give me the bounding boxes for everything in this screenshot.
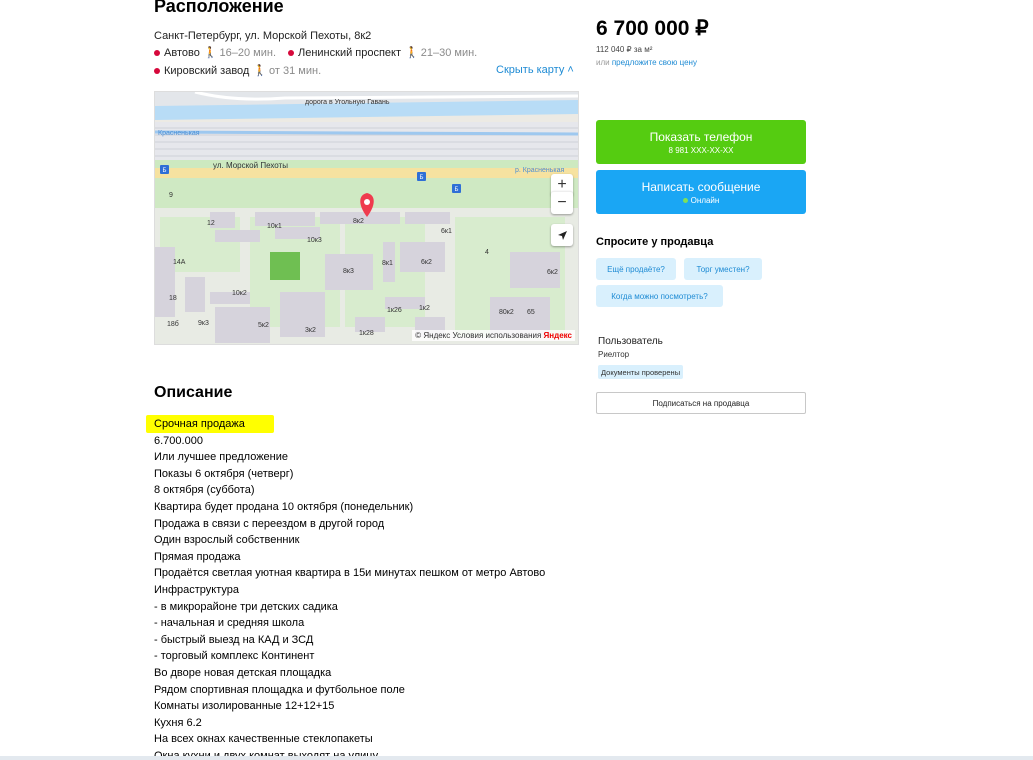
show-phone-label: Показать телефон bbox=[649, 129, 753, 144]
map-label-building: 9 bbox=[169, 192, 173, 199]
map-copyright[interactable]: © Яндекс Условия использования Яндекс bbox=[412, 330, 575, 341]
description-line: Продажа в связи с переездом в другой гор… bbox=[154, 517, 385, 530]
bus-stop-icon[interactable]: Б bbox=[452, 184, 461, 193]
description-line: - быстрый выезд на КАД и ЗСД bbox=[154, 633, 314, 646]
subscribe-seller-button[interactable]: Подписаться на продавца bbox=[596, 392, 806, 414]
offer-price: или предложите свою цену bbox=[596, 58, 697, 67]
metro-walk-time: 🚶 21–30 мин. bbox=[405, 46, 478, 60]
description-line: Комнаты изолированные 12+12+15 bbox=[154, 700, 335, 713]
description-text: Срочная продажа 6.700.000 Или лучшее пре… bbox=[154, 416, 584, 757]
description-line: Рядом спортивная площадка и футбольное п… bbox=[154, 683, 405, 696]
description-line: Кухня 6.2 bbox=[154, 716, 202, 729]
online-status: Онлайн bbox=[690, 195, 720, 205]
description-line: Срочная продажа bbox=[154, 418, 245, 430]
description-line: - торговый комплекс Континент bbox=[154, 650, 315, 663]
description-line: На всех окнах качественные стеклопакеты bbox=[154, 733, 373, 746]
map[interactable]: дорога в Угольную Гавань Красненькая р. … bbox=[154, 91, 579, 345]
map-label-building: 65 bbox=[527, 309, 535, 316]
description-line: Квартира будет продана 10 октября (понед… bbox=[154, 500, 414, 513]
map-label-building: 4 bbox=[485, 249, 489, 256]
map-label-building: 9к3 bbox=[198, 320, 209, 327]
bus-stop-icon[interactable]: Б bbox=[417, 172, 426, 181]
navigation-arrow-icon bbox=[557, 230, 567, 240]
metro-station-name: Ленинский проспект bbox=[298, 46, 402, 59]
metro-line-icon bbox=[154, 49, 160, 56]
map-label-street: ул. Морской Пехоты bbox=[213, 161, 288, 170]
offer-price-link[interactable]: предложите свою цену bbox=[612, 58, 697, 67]
metro-row: Автово 🚶 16–20 мин. Ленинский проспект 🚶 2… bbox=[154, 46, 477, 59]
address: Санкт-Петербург, ул. Морской Пехоты, 8к2 bbox=[154, 30, 372, 42]
documents-verified-badge: Документы проверены bbox=[598, 365, 684, 379]
map-label-building: 8к2 bbox=[353, 218, 364, 225]
map-label-building: 18 bbox=[169, 295, 177, 302]
metro-row: Кировский завод 🚶 от 31 мин. bbox=[154, 64, 321, 77]
description-line: - в микрорайоне три детских садика bbox=[154, 600, 338, 613]
svg-text:Б: Б bbox=[420, 175, 424, 181]
seller-name[interactable]: Пользователь bbox=[598, 336, 663, 347]
description-line: 6.700.000 bbox=[154, 434, 203, 447]
map-label-river: р. Красненькая bbox=[515, 167, 565, 174]
description-line: Инфраструктура bbox=[154, 583, 240, 596]
map-label-building: 3к2 bbox=[305, 327, 316, 334]
map-label-building: 5к2 bbox=[258, 322, 269, 329]
send-message-button[interactable]: Написать сообщение Онлайн bbox=[596, 170, 806, 214]
description-line: Прямая продажа bbox=[154, 550, 241, 563]
svg-text:Б: Б bbox=[163, 168, 167, 174]
seller-role: Риелтор bbox=[598, 350, 630, 359]
hide-map-link[interactable]: Скрыть карту ˄ bbox=[496, 64, 574, 76]
description-line: 8 октября (суббота) bbox=[154, 484, 255, 497]
walking-person-icon: 🚶 bbox=[203, 47, 218, 59]
map-canvas[interactable]: дорога в Угольную Гавань Красненькая р. … bbox=[155, 92, 578, 344]
map-label-building: 8к1 bbox=[382, 260, 393, 267]
phone-mask: 8 981 XXX-XX-XX bbox=[668, 145, 734, 155]
location-title: Расположение bbox=[154, 0, 284, 16]
map-label-building: 14А bbox=[173, 259, 186, 266]
map-label-building: 6к1 bbox=[441, 228, 452, 235]
map-label-building: 1к2 bbox=[419, 305, 430, 312]
description-line: - начальная и средняя школа bbox=[154, 617, 305, 630]
metro-line-icon bbox=[154, 67, 160, 74]
zoom-out-button[interactable]: − bbox=[551, 191, 573, 214]
map-label-building: 18б bbox=[167, 320, 179, 328]
description-line: Или лучшее предложение bbox=[154, 451, 289, 464]
price: 6 700 000 ₽ bbox=[596, 17, 709, 40]
map-label-river: Красненькая bbox=[158, 130, 200, 137]
online-status-icon bbox=[682, 197, 688, 203]
send-message-label: Написать сообщение bbox=[641, 179, 761, 194]
yandex-logo: Яндекс bbox=[543, 331, 572, 340]
svg-text:Б: Б bbox=[455, 187, 459, 193]
map-label-building: 10к3 bbox=[307, 237, 322, 244]
description-line: Один взрослый собственник bbox=[154, 534, 300, 547]
map-label-road: дорога в Угольную Гавань bbox=[305, 99, 390, 106]
walking-person-icon: 🚶 bbox=[405, 47, 419, 59]
description-line: Продаётся светлая уютная квартира в 15и … bbox=[154, 567, 546, 580]
metro-line-icon bbox=[288, 49, 294, 56]
question-chip[interactable]: Когда можно посмотреть? bbox=[596, 285, 723, 307]
map-label-building: 12 bbox=[207, 220, 215, 227]
metro-station-name: Автово bbox=[164, 46, 200, 59]
metro-station-name: Кировский завод bbox=[164, 64, 250, 77]
price-per-meter: 112 040 ₽ за м² bbox=[596, 45, 653, 54]
map-label-building: 10к1 bbox=[267, 223, 282, 230]
show-phone-button[interactable]: Показать телефон 8 981 XXX-XX-XX bbox=[596, 120, 806, 164]
description-title: Описание bbox=[154, 384, 233, 401]
metro-walk-time: 🚶 от 31 мин. bbox=[253, 64, 322, 78]
description-line: Во дворе новая детская площадка bbox=[154, 666, 332, 679]
map-label-building: 6к2 bbox=[547, 269, 558, 276]
map-label-building: 1к28 bbox=[359, 330, 374, 337]
description-line: Показы 6 октября (четверг) bbox=[154, 467, 294, 480]
bus-stop-icon[interactable]: Б bbox=[160, 165, 169, 174]
map-label-building: 80к2 bbox=[499, 309, 514, 316]
question-chip[interactable]: Ещё продаёте? bbox=[596, 258, 676, 280]
metro-walk-time: 🚶 16–20 мин. bbox=[203, 46, 276, 60]
map-label-building: 1к26 bbox=[387, 307, 402, 314]
walking-person-icon: 🚶 bbox=[253, 65, 268, 77]
geolocation-button[interactable] bbox=[551, 224, 573, 246]
map-label-building: 8к3 bbox=[343, 268, 354, 275]
map-label-building: 10к2 bbox=[232, 290, 247, 297]
question-chip[interactable]: Торг уместен? bbox=[684, 258, 762, 280]
map-label-building: 6к2 bbox=[421, 259, 432, 266]
ask-seller-title: Спросите у продавца bbox=[596, 236, 714, 248]
page-bottom-strip bbox=[0, 756, 1033, 760]
